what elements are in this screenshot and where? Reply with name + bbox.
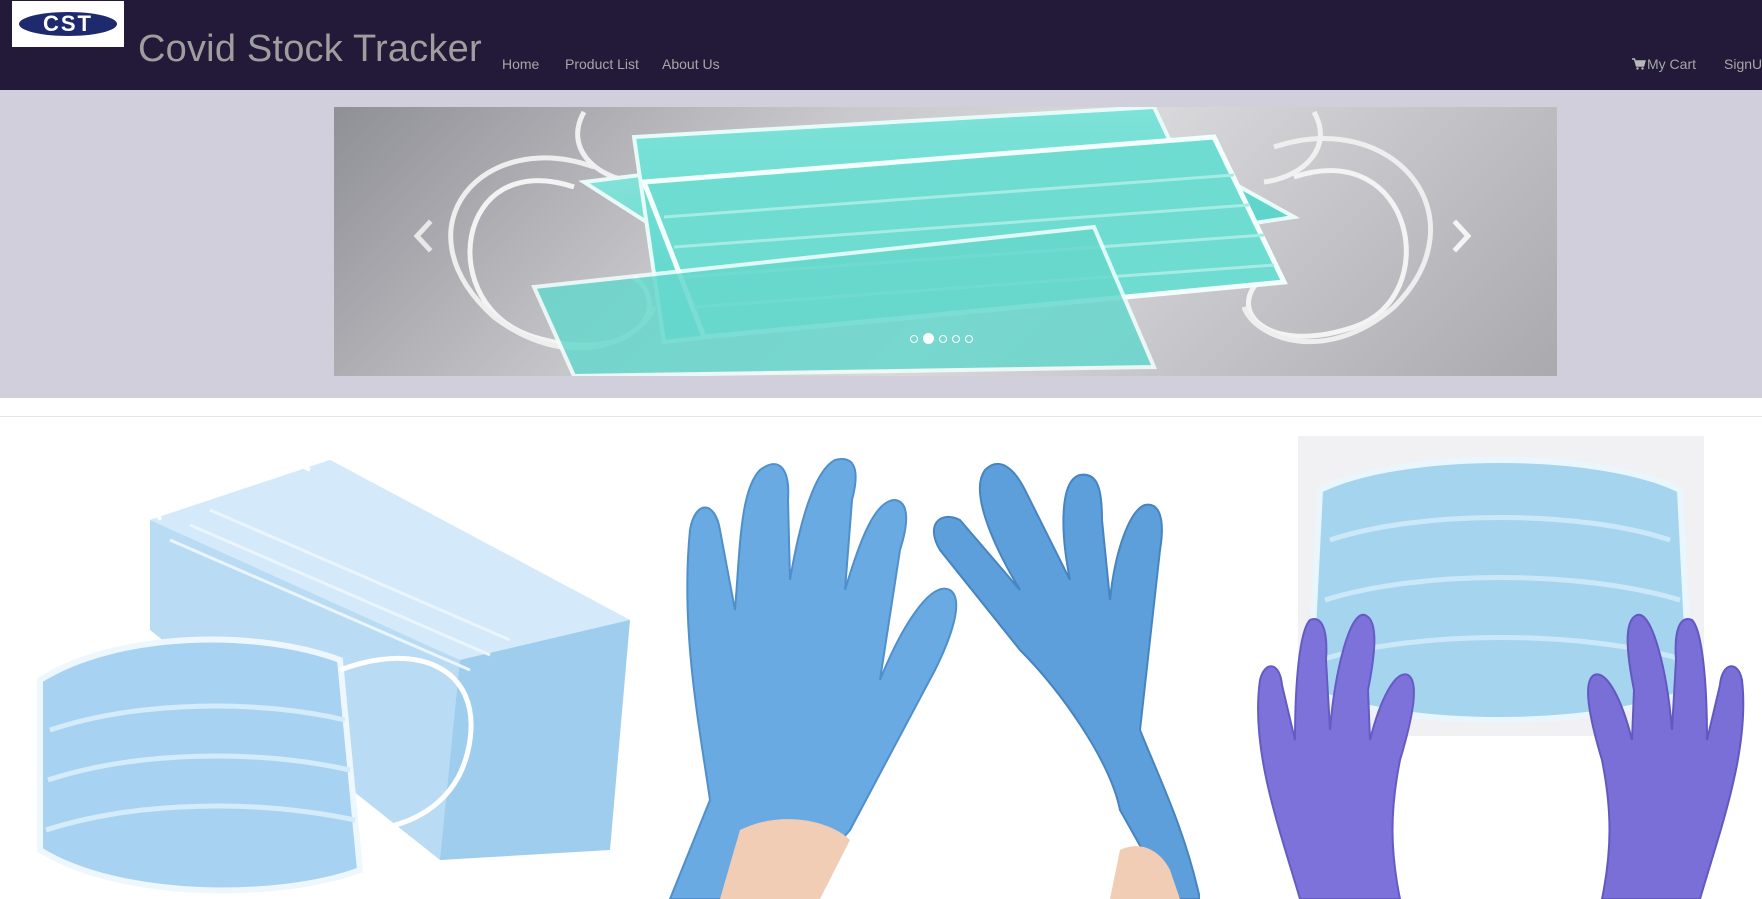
carousel-indicator-5[interactable] bbox=[965, 334, 973, 343]
top-navbar: CST Covid Stock Tracker Home Product Lis… bbox=[0, 0, 1762, 90]
my-cart-label: My Cart bbox=[1647, 56, 1696, 72]
carousel-indicator-1[interactable] bbox=[910, 334, 918, 343]
surgical-mask-box-image bbox=[37, 447, 630, 894]
chevron-left-icon bbox=[413, 219, 433, 253]
brand-title[interactable]: Covid Stock Tracker bbox=[138, 28, 482, 71]
carousel-next-button[interactable] bbox=[1446, 219, 1476, 253]
product-card-mask-and-gloves[interactable] bbox=[1240, 430, 1762, 899]
chevron-right-icon bbox=[1452, 219, 1472, 253]
logo-text: CST bbox=[43, 11, 93, 36]
cart-icon bbox=[1632, 58, 1646, 70]
cst-logo-icon: CST bbox=[19, 11, 117, 36]
nav-home-link[interactable]: Home bbox=[502, 56, 539, 72]
carousel-indicator-2[interactable] bbox=[923, 333, 934, 344]
carousel-prev-button[interactable] bbox=[409, 219, 439, 253]
signup-link[interactable]: SignUp bbox=[1724, 56, 1762, 72]
carousel-indicators bbox=[910, 333, 973, 344]
carousel-indicator-3[interactable] bbox=[939, 334, 947, 343]
my-cart-link[interactable]: My Cart bbox=[1632, 56, 1696, 72]
section-divider bbox=[0, 416, 1762, 417]
site-logo[interactable]: CST bbox=[12, 1, 124, 47]
product-card-gloves[interactable] bbox=[640, 430, 1200, 899]
blue-nitrile-gloves-image bbox=[668, 458, 1200, 899]
product-card-surgical-masks[interactable] bbox=[0, 430, 640, 899]
hero-band bbox=[0, 90, 1762, 398]
nav-product-list-link[interactable]: Product List bbox=[565, 56, 639, 72]
carousel-indicator-4[interactable] bbox=[952, 334, 960, 343]
nav-about-us-link[interactable]: About Us bbox=[662, 56, 720, 72]
mask-and-purple-gloves-image bbox=[1257, 436, 1745, 899]
image-carousel[interactable] bbox=[334, 107, 1557, 376]
